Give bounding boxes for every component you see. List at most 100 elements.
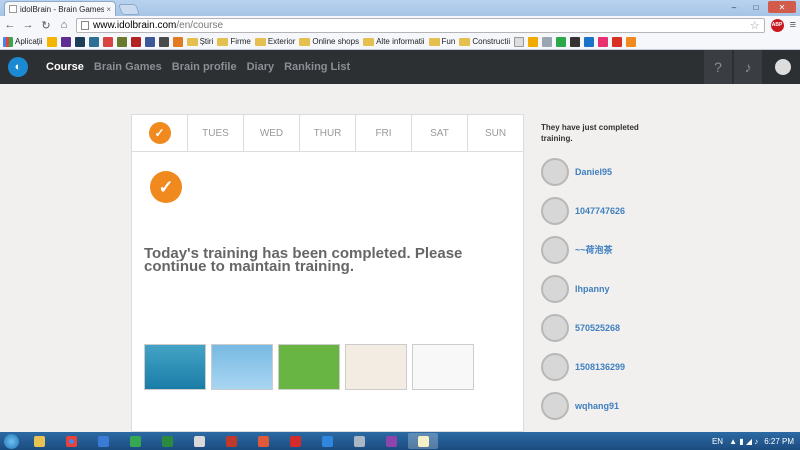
bookmark-folder[interactable]: Exterior [254,37,296,46]
recent-completions: They have just completed training. Danie… [541,122,651,425]
nav-course[interactable]: Course [46,61,84,73]
user-name[interactable]: lhpanny [575,284,610,294]
bookmark-apps[interactable]: Aplicații [3,36,43,47]
minimize-icon[interactable]: – [724,1,744,13]
bookmark-icon[interactable] [102,36,113,47]
taskbar-app-icon[interactable] [312,433,342,449]
bookmark-icon[interactable] [514,36,525,47]
flame-check-icon: ✓ [150,171,182,203]
bookmark-icon[interactable] [556,36,567,47]
language-indicator[interactable]: EN [712,437,723,446]
address-bar[interactable]: www.idolbrain.com/en/course ☆ [76,17,765,33]
taskbar-app-folder-icon[interactable] [24,433,54,449]
bookmark-folder[interactable]: Online shops [299,37,359,46]
taskbar-app-icon[interactable] [376,433,406,449]
bookmark-folder[interactable]: Alte informatii [363,37,425,46]
bookmark-label: Exterior [267,37,296,46]
apps-icon [3,36,13,47]
bookmark-icon[interactable] [158,36,169,47]
user-name[interactable]: 1047747626 [575,206,625,216]
game-thumbnail-puzzle[interactable] [345,344,407,390]
bookmark-icon[interactable] [598,36,609,47]
close-window-icon[interactable]: ✕ [768,1,796,13]
avatar [541,352,569,381]
bookmark-icon[interactable] [130,36,141,47]
start-button[interactable] [0,432,22,450]
tab-close-icon[interactable]: × [106,5,111,14]
taskbar-app-icon[interactable] [120,433,150,449]
help-icon[interactable]: ? [704,50,732,84]
taskbar-app-icon[interactable] [184,433,214,449]
game-thumbnail-flag[interactable] [211,344,273,390]
home-icon[interactable]: ⌂ [58,19,70,31]
back-icon[interactable]: ← [4,19,16,31]
taskbar-app-active-icon[interactable] [408,433,438,449]
bookmark-folder[interactable]: Constructii [459,37,510,46]
game-thumbnail-cards[interactable] [278,344,340,390]
bookmark-icon[interactable] [74,36,85,47]
reload-icon[interactable]: ↻ [40,19,52,32]
folder-icon [459,37,471,46]
browser-tab[interactable]: idolBrain - Brain Games & × [4,1,116,16]
bookmark-icon[interactable] [60,36,71,47]
taskbar-app-chrome-icon[interactable] [56,433,86,449]
list-item[interactable]: 570525268 [541,308,651,347]
bookmark-icon[interactable] [570,36,581,47]
idolbrain-logo-icon[interactable]: ◐ [8,57,28,77]
taskbar-app-icon[interactable] [344,433,374,449]
taskbar-app-icon[interactable] [88,433,118,449]
taskbar-app-icon[interactable] [152,433,182,449]
list-item[interactable]: lhpanny [541,269,651,308]
user-name[interactable]: 570525268 [575,323,620,333]
bookmark-icon[interactable] [88,36,99,47]
forward-icon[interactable]: → [22,19,34,31]
adblock-icon[interactable]: ABP [770,18,784,32]
taskbar-app-pdf-icon[interactable] [280,433,310,449]
nav-ranking-list[interactable]: Ranking List [284,61,350,73]
maximize-icon[interactable]: □ [746,1,766,13]
user-avatar[interactable] [770,50,796,84]
user-name[interactable]: 1508136299 [575,362,625,372]
user-name[interactable]: ~~荷泡茶 [575,243,613,256]
clock[interactable]: 6:27 PM [764,437,794,446]
bookmark-icon[interactable] [528,36,539,47]
bookmark-icon[interactable] [144,36,155,47]
nav-brain-profile[interactable]: Brain profile [172,61,237,73]
bookmark-label: Firme [230,37,251,46]
new-tab-button[interactable] [117,4,141,15]
bookmark-icon[interactable] [172,36,183,47]
folder-icon [217,37,229,46]
taskbar-app-icon[interactable] [248,433,278,449]
game-thumbnail-stones[interactable] [412,344,474,390]
user-name[interactable]: wqhang91 [575,401,619,411]
week-strip: ✓ TUES WED THUR FRI SAT SUN [132,115,523,152]
avatar [541,235,569,264]
bookmark-label: Știri [199,37,214,46]
tray-icons[interactable]: ▲ ▮ ◢ ♪ [729,437,758,446]
folder-icon [299,37,311,46]
bookmark-star-icon[interactable]: ☆ [750,19,760,32]
user-name[interactable]: Daniel95 [575,167,612,177]
list-item[interactable]: 1047747626 [541,191,651,230]
bookmark-icon[interactable] [46,36,57,47]
bookmark-folder[interactable]: Știri [186,37,214,46]
game-thumbnail-fish[interactable] [144,344,206,390]
bookmark-folder[interactable]: Fun [428,37,455,46]
list-item[interactable]: Daniel95 [541,152,651,191]
list-item[interactable]: ~~荷泡茶 [541,230,651,269]
bookmark-icon[interactable] [612,36,623,47]
bookmark-icon[interactable] [626,36,637,47]
list-item[interactable]: wqhang91 [541,386,651,425]
taskbar-app-icon[interactable] [216,433,246,449]
bookmark-icon[interactable] [584,36,595,47]
bell-icon[interactable]: ♪ [734,50,762,84]
bookmark-icon[interactable] [116,36,127,47]
nav-diary[interactable]: Diary [247,61,275,73]
page-icon [81,20,89,30]
bookmark-folder[interactable]: Firme [217,37,251,46]
list-item[interactable]: 1508136299 [541,347,651,386]
day-wed: WED [244,115,300,151]
menu-icon[interactable]: ≡ [790,19,796,31]
nav-brain-games[interactable]: Brain Games [94,61,162,73]
bookmark-icon[interactable] [542,36,553,47]
